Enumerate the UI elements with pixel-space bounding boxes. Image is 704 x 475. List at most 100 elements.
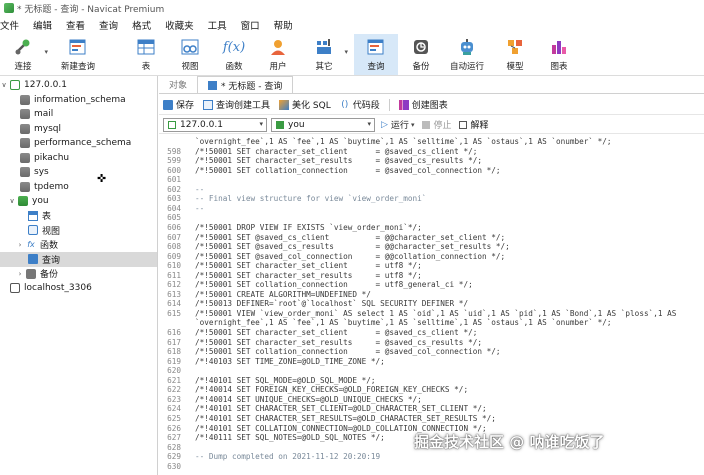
code-line[interactable]: 620 bbox=[159, 366, 704, 376]
explain-button[interactable]: 解释 bbox=[459, 118, 488, 131]
navigation-tree: ∨ 127.0.0.1 information_schema mail mysq… bbox=[0, 76, 158, 475]
tree-database-you[interactable]: ∨ you bbox=[0, 194, 157, 209]
toolbar-model-button[interactable]: 模型 bbox=[495, 34, 535, 75]
code-line[interactable]: 605 bbox=[159, 213, 704, 223]
code-text: /*!50001 SET @saved_cs_client = @@charac… bbox=[195, 232, 506, 242]
chevron-down-icon[interactable]: ▾ bbox=[344, 48, 348, 56]
line-number: 608 bbox=[167, 242, 181, 252]
code-line[interactable]: 598 /*!50001 SET character_set_client = @… bbox=[159, 147, 704, 157]
tree-database-tpdemo[interactable]: tpdemo bbox=[0, 180, 157, 195]
chevron-down-icon[interactable]: ∨ bbox=[0, 81, 8, 89]
code-line[interactable]: 617 /*!50001 SET character_set_results = … bbox=[159, 338, 704, 348]
menu-edit[interactable]: 编辑 bbox=[33, 18, 58, 32]
code-line[interactable]: 623 /*!40014 SET UNIQUE_CHECKS=@OLD_UNIQU… bbox=[159, 395, 704, 405]
code-line[interactable]: 600 /*!50001 SET collation_connection = @… bbox=[159, 166, 704, 176]
tree-database-pikachu[interactable]: pikachu bbox=[0, 151, 157, 166]
toolbar-connection-button[interactable]: 连接 ▾ bbox=[2, 34, 48, 75]
code-line[interactable]: 610 /*!50001 SET character_set_client = u… bbox=[159, 261, 704, 271]
code-line[interactable]: 613 /*!50001 CREATE ALGORITHM=UNDEFINED *… bbox=[159, 290, 704, 300]
code-line[interactable]: 624 /*!40101 SET CHARACTER_SET_CLIENT=@OL… bbox=[159, 404, 704, 414]
stop-icon bbox=[422, 120, 431, 129]
save-icon bbox=[163, 99, 173, 110]
code-line[interactable]: 612 /*!50001 SET collation_connection = u… bbox=[159, 280, 704, 290]
code-line[interactable]: 614 /*!50013 DEFINER=`root`@`localhost` S… bbox=[159, 299, 704, 309]
chevron-down-icon: ▾ bbox=[259, 119, 263, 128]
toolbar-user-button[interactable]: 用户 bbox=[258, 34, 298, 75]
toolbar-chart-button[interactable]: 图表 bbox=[539, 34, 579, 75]
chevron-right-icon[interactable]: › bbox=[16, 270, 24, 278]
code-line[interactable]: 606 /*!50001 DROP VIEW IF EXISTS `view_or… bbox=[159, 223, 704, 233]
code-line[interactable]: 609 /*!50001 SET @saved_col_connection = … bbox=[159, 252, 704, 262]
chevron-down-icon[interactable]: ▾ bbox=[44, 48, 48, 56]
toolbar-automation-button[interactable]: 自动运行 bbox=[443, 34, 491, 75]
code-text: /*!50001 SET character_set_results = @sa… bbox=[195, 337, 482, 347]
tree-label: tpdemo bbox=[34, 181, 69, 192]
database-select[interactable]: you ▾ bbox=[271, 117, 375, 132]
code-line[interactable]: `overnight_fee`,1 AS `fee`,1 AS `buytime… bbox=[159, 137, 704, 147]
code-line[interactable]: 629 -- Dump completed on 2021-11-12 20:20… bbox=[159, 452, 704, 462]
sql-editor[interactable]: `overnight_fee`,1 AS `fee`,1 AS `buytime… bbox=[159, 135, 704, 475]
connection-select[interactable]: 127.0.0.1 ▾ bbox=[163, 117, 267, 132]
code-line[interactable]: 604 -- bbox=[159, 204, 704, 214]
code-line[interactable]: 625 /*!40101 SET CHARACTER_SET_RESULTS=@O… bbox=[159, 414, 704, 424]
query-builder-button[interactable]: 查询创建工具 bbox=[203, 98, 270, 111]
toolbar-new-query-button[interactable]: 新建查询 bbox=[50, 34, 106, 75]
tree-node-backups[interactable]: › 备份 bbox=[0, 267, 157, 282]
code-line[interactable]: 608 /*!50001 SET @saved_cs_results = @@ch… bbox=[159, 242, 704, 252]
tree-database-sys[interactable]: sys bbox=[0, 165, 157, 180]
toolbar-view-button[interactable]: 视图 bbox=[170, 34, 210, 75]
code-snippet-button[interactable]: () 代码段 bbox=[340, 98, 380, 112]
tree-node-views[interactable]: 视图 bbox=[0, 223, 157, 238]
code-line[interactable]: `overnight_fee`,1 AS `fee`,1 AS `buytime… bbox=[159, 318, 704, 328]
code-text: /*!40101 SET CHARACTER_SET_CLIENT=@OLD_C… bbox=[195, 404, 487, 414]
code-line[interactable]: 630 bbox=[159, 462, 704, 472]
toolbar-other-button[interactable]: 其它 ▾ bbox=[302, 34, 348, 75]
tab-objects[interactable]: 对象 bbox=[159, 76, 197, 93]
code-line[interactable]: 602 -- bbox=[159, 185, 704, 195]
tree-database-mail[interactable]: mail bbox=[0, 107, 157, 122]
toolbar-function-button[interactable]: f(x) 函数 bbox=[214, 34, 254, 75]
tree-node-tables[interactable]: 表 bbox=[0, 209, 157, 224]
menu-query[interactable]: 查询 bbox=[99, 18, 124, 32]
tree-database-performance-schema[interactable]: performance_schema bbox=[0, 136, 157, 151]
tree-database-mysql[interactable]: mysql bbox=[0, 122, 157, 137]
menu-format[interactable]: 格式 bbox=[132, 18, 157, 32]
menu-bar: 文件 编辑 查看 查询 格式 收藏夹 工具 窗口 帮助 bbox=[0, 16, 704, 34]
menu-window[interactable]: 窗口 bbox=[241, 18, 266, 32]
code-line[interactable]: 603 -- Final view structure for view `vie… bbox=[159, 194, 704, 204]
chevron-down-icon[interactable]: ∨ bbox=[8, 197, 16, 205]
code-line[interactable]: 599 /*!50001 SET character_set_results = … bbox=[159, 156, 704, 166]
save-button[interactable]: 保存 bbox=[163, 98, 194, 111]
run-button[interactable]: ▷ 运行 ▾ bbox=[381, 118, 414, 132]
tree-database-information-schema[interactable]: information_schema bbox=[0, 93, 157, 108]
code-line[interactable]: 607 /*!50001 SET @saved_cs_client = @@cha… bbox=[159, 233, 704, 243]
tab-untitled-query[interactable]: * 无标题 - 查询 bbox=[197, 76, 294, 93]
code-line[interactable]: 622 /*!40014 SET FOREIGN_KEY_CHECKS=@OLD_… bbox=[159, 385, 704, 395]
menu-view[interactable]: 查看 bbox=[66, 18, 91, 32]
toolbar-table-button[interactable]: 表 bbox=[126, 34, 166, 75]
code-line[interactable]: 611 /*!50001 SET character_set_results = … bbox=[159, 271, 704, 281]
stop-button[interactable]: 停止 bbox=[422, 118, 451, 131]
code-line[interactable]: 621 /*!40101 SET SQL_MODE=@OLD_SQL_MODE *… bbox=[159, 376, 704, 386]
code-line[interactable]: 619 /*!40103 SET TIME_ZONE=@OLD_TIME_ZONE… bbox=[159, 357, 704, 367]
tree-connection-localhost-3306[interactable]: localhost_3306 bbox=[0, 281, 157, 296]
toolbar-backup-button[interactable]: 备份 bbox=[401, 34, 441, 75]
tree-connection-127-0-0-1[interactable]: ∨ 127.0.0.1 bbox=[0, 78, 157, 93]
code-line[interactable]: 618 /*!50001 SET collation_connection = @… bbox=[159, 347, 704, 357]
code-text: `overnight_fee`,1 AS `fee`,1 AS `buytime… bbox=[195, 137, 612, 146]
menu-tools[interactable]: 工具 bbox=[208, 18, 233, 32]
create-chart-button[interactable]: 创建图表 bbox=[398, 98, 448, 111]
tree-label: mail bbox=[34, 109, 54, 120]
code-line[interactable]: 615 /*!50001 VIEW `view_order_moni` AS se… bbox=[159, 309, 704, 319]
tree-node-queries[interactable]: 查询 bbox=[0, 252, 157, 267]
menu-file[interactable]: 文件 bbox=[0, 18, 25, 32]
line-number: 626 bbox=[167, 423, 181, 433]
menu-help[interactable]: 帮助 bbox=[274, 18, 299, 32]
tree-node-functions[interactable]: › fx 函数 bbox=[0, 238, 157, 253]
toolbar-query-button[interactable]: 查询 bbox=[354, 34, 398, 75]
beautify-sql-button[interactable]: 美化 SQL bbox=[279, 98, 331, 111]
code-line[interactable]: 601 bbox=[159, 175, 704, 185]
code-line[interactable]: 616 /*!50001 SET character_set_client = @… bbox=[159, 328, 704, 338]
menu-favorites[interactable]: 收藏夹 bbox=[165, 18, 200, 32]
chevron-right-icon[interactable]: › bbox=[16, 241, 24, 249]
